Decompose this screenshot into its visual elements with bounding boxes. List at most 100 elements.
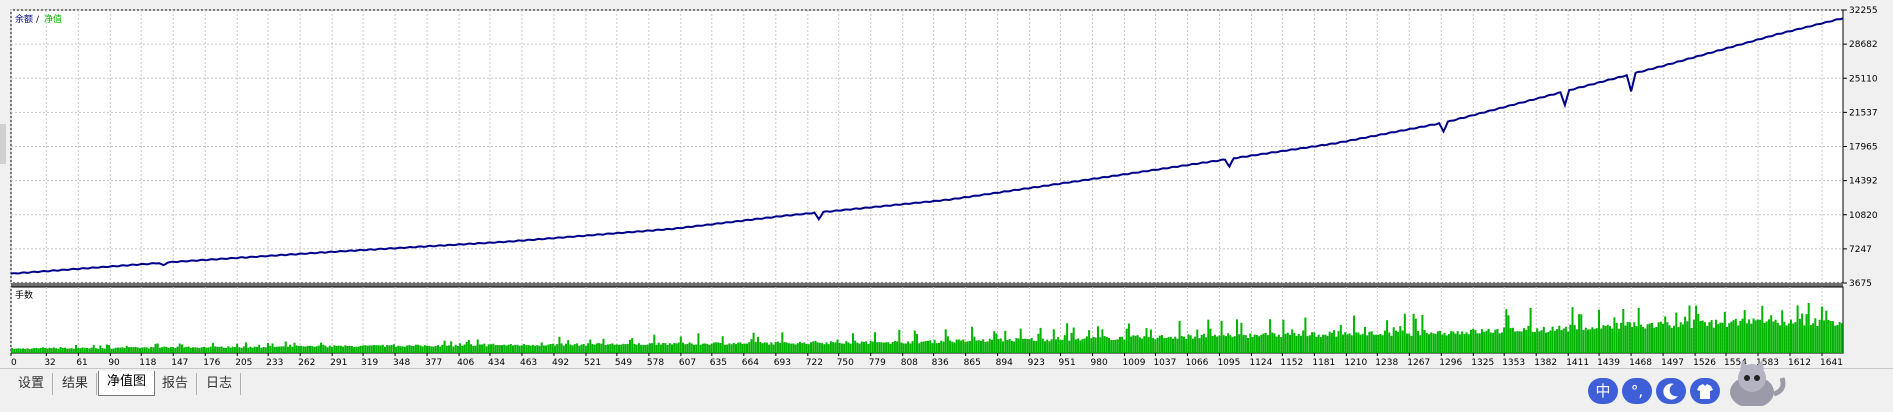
x-tick-label: 492 xyxy=(552,358,569,368)
lots-bar xyxy=(810,342,812,353)
lots-bar xyxy=(929,340,932,353)
lots-bar xyxy=(1101,329,1104,353)
lots-bar xyxy=(554,345,556,353)
lots-bar xyxy=(386,345,389,353)
lots-bar xyxy=(1620,322,1623,353)
lots-bar xyxy=(1368,331,1371,353)
lots-bar xyxy=(1339,324,1342,353)
lots-bar xyxy=(198,348,201,353)
lots-bar xyxy=(421,346,424,353)
lots-bar xyxy=(1240,322,1243,353)
lots-bar xyxy=(1840,323,1843,353)
tab-equity-graph[interactable]: 净值图 xyxy=(98,371,156,396)
lots-bar xyxy=(406,345,409,353)
lots-bar xyxy=(1803,325,1806,353)
lots-bar xyxy=(1816,326,1819,353)
lots-bar xyxy=(1545,332,1547,353)
lots-bar xyxy=(220,346,223,353)
lots-bar xyxy=(229,347,232,353)
lots-bar xyxy=(379,345,382,353)
lots-bar xyxy=(1094,337,1097,353)
lots-bar xyxy=(551,343,554,353)
lots-bar xyxy=(860,341,863,353)
ime-punctuation-button[interactable]: °, xyxy=(1622,378,1652,404)
lots-bar xyxy=(114,347,117,353)
lots-bar xyxy=(723,344,726,353)
lots-bar xyxy=(88,348,91,353)
x-tick-label: 1238 xyxy=(1375,358,1398,368)
ime-chinese-button[interactable]: 中 xyxy=(1588,378,1618,404)
lots-bar xyxy=(139,348,141,353)
x-tick-label: 291 xyxy=(330,358,347,368)
shirt-icon[interactable] xyxy=(1690,378,1720,404)
lots-bar xyxy=(205,347,208,353)
tab-settings[interactable]: 设置 xyxy=(10,373,54,395)
lots-bar xyxy=(1116,339,1119,353)
lots-bar xyxy=(821,343,824,353)
lots-bar xyxy=(971,326,974,353)
panel-divider[interactable] xyxy=(11,283,1843,287)
lots-bar xyxy=(1602,325,1605,353)
lots-bar xyxy=(19,348,22,353)
x-tick-label: 635 xyxy=(710,358,727,368)
lots-bar xyxy=(1070,332,1073,353)
tab-results[interactable]: 结果 xyxy=(54,373,98,395)
lots-bar xyxy=(1628,322,1631,353)
lots-bar xyxy=(1200,334,1203,353)
lots-bar xyxy=(156,343,159,353)
lots-bar xyxy=(651,343,654,353)
lots-bar xyxy=(1123,339,1126,353)
lots-bar xyxy=(781,332,784,353)
lots-bar xyxy=(783,342,786,353)
lots-bar xyxy=(1611,328,1614,353)
lots-bar xyxy=(995,333,998,353)
lots-bar xyxy=(1324,334,1327,353)
lots-bar xyxy=(262,347,265,353)
lots-bar xyxy=(1768,319,1770,353)
lots-bar xyxy=(946,336,949,353)
lots-bar xyxy=(492,343,495,353)
lots-bar xyxy=(1306,336,1309,353)
lots-bar xyxy=(498,345,501,353)
lots-bar xyxy=(342,346,345,353)
lots-bar xyxy=(55,348,58,353)
lots-bar xyxy=(657,342,660,353)
lots-bar xyxy=(1055,339,1057,353)
x-tick-label: 406 xyxy=(457,358,474,368)
lots-bar xyxy=(505,345,508,353)
lots-bar xyxy=(792,343,795,353)
tab-journal[interactable]: 日志 xyxy=(198,373,242,395)
lots-bar xyxy=(94,348,97,353)
lots-bar xyxy=(121,347,124,353)
lots-bar xyxy=(1127,323,1130,353)
lots-bar xyxy=(547,344,550,353)
lots-bar xyxy=(1304,317,1307,353)
lots-bar xyxy=(322,344,325,353)
lots-bar xyxy=(1238,334,1241,353)
lots-bar xyxy=(306,345,309,353)
lots-bar xyxy=(858,343,861,353)
lots-bar xyxy=(1147,337,1150,353)
lots-bar xyxy=(1463,333,1466,353)
lots-bar xyxy=(955,339,958,353)
lots-bar xyxy=(525,345,528,353)
lots-bar xyxy=(1293,333,1296,353)
lots-bar xyxy=(66,348,69,353)
lots-bar xyxy=(1531,331,1534,353)
lots-bar xyxy=(631,338,634,353)
lots-bar xyxy=(1397,331,1400,353)
lots-bar xyxy=(46,348,49,353)
lots-bar xyxy=(1370,331,1373,353)
lots-bar xyxy=(192,347,194,353)
side-panel-handle[interactable] xyxy=(0,124,6,164)
lots-bar xyxy=(1002,341,1004,353)
tab-report[interactable]: 报告 xyxy=(154,373,198,395)
lots-bar xyxy=(1695,305,1698,353)
moon-icon[interactable] xyxy=(1656,378,1686,404)
lots-bar xyxy=(1255,335,1258,353)
lots-bar xyxy=(145,347,148,353)
lots-bar xyxy=(247,347,250,353)
lots-bar xyxy=(507,344,510,353)
lots-bar xyxy=(1353,315,1355,353)
lots-bar xyxy=(397,345,400,353)
